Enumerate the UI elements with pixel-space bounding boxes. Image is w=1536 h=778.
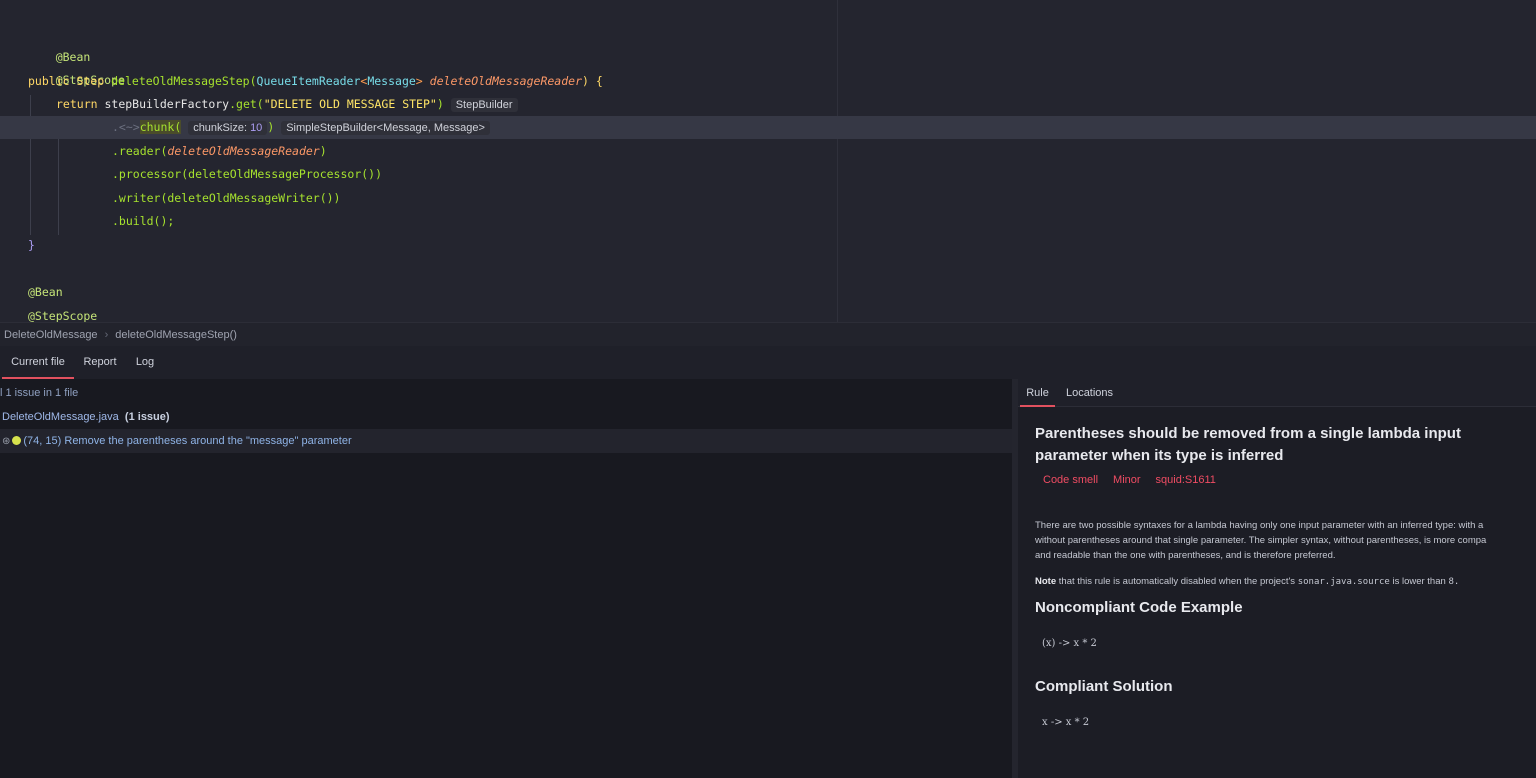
breadcrumb: DeleteOldMessage › deleteOldMessageStep() [0, 322, 1536, 346]
note-code: sonar.java.source [1297, 577, 1390, 587]
string-literal: "DELETE OLD MESSAGE STEP" [263, 97, 437, 111]
code-line[interactable]: return stepBuilderFactory.get("DELETE OL… [0, 93, 1536, 116]
code-line[interactable]: .processor(deleteOldMessageProcessor()) [0, 163, 1536, 186]
method-call: .reader( [112, 144, 168, 158]
note-label: Note [1035, 576, 1057, 587]
code-line[interactable]: public Step deleteOldMessageStep(QueueIt… [0, 70, 1536, 93]
rule-tags: Code smell Minor squid:S1611 [1035, 474, 1536, 486]
tab-rule[interactable]: Rule [1020, 379, 1055, 407]
code-line[interactable]: @Bean [0, 23, 1536, 64]
inlay-type-hint: StepBuilder [450, 98, 518, 112]
rule-tabs: Rule Locations [1018, 379, 1536, 407]
file-issue-count: (1 issue) [124, 411, 170, 423]
hint-label: chunkSize: [193, 122, 247, 134]
compliant-heading: Compliant Solution [1035, 678, 1173, 695]
note-version: 8. [1448, 577, 1460, 587]
tab-log[interactable]: Log [130, 346, 160, 379]
file-name: DeleteOldMessage.java [2, 411, 119, 423]
code-line[interactable]: @Bean [0, 281, 1536, 304]
rule-title: Parentheses should be removed from a sin… [1035, 425, 1461, 464]
rule-type-tag: Code smell [1043, 474, 1099, 486]
note-tail: is lower than [1392, 576, 1446, 587]
issues-summary: l 1 issue in 1 file [0, 381, 1012, 405]
code-line-current[interactable]: .<~>chunk( chunkSize: 10) SimpleStepBuil… [0, 116, 1536, 139]
keyword: public [28, 74, 70, 88]
hint-number: 10 [250, 122, 263, 134]
code-vision-marker[interactable]: .<~> [112, 120, 140, 134]
issue-row[interactable]: ⊛ (74, 15) Remove the parentheses around … [0, 429, 1012, 453]
rule-details-panel: Rule Locations Parentheses should be rem… [1018, 379, 1536, 778]
param-name: deleteOldMessageReader [167, 144, 320, 158]
tool-window-tabs: Current file Report Log [0, 346, 1536, 379]
param-type: QueueItemReader [256, 74, 361, 88]
description-line: and readable than the one with parenthes… [1035, 550, 1336, 561]
note-text: that this rule is automatically disabled… [1058, 576, 1296, 587]
description-line: There are two possible syntaxes for a la… [1035, 520, 1484, 531]
method-call: .build(); [112, 214, 175, 228]
issues-summary-text: l 1 issue in 1 file [0, 387, 79, 399]
code-editor[interactable]: @Bean @StepScope public Step deleteOldMe… [0, 0, 1536, 322]
code-line[interactable]: .writer(deleteOldMessageWriter()) [0, 187, 1536, 210]
inlay-type-hint: SimpleStepBuilder<Message, Message> [281, 121, 490, 135]
method-call: .writer(deleteOldMessageWriter()) [112, 191, 341, 205]
tab-locations[interactable]: Locations [1062, 379, 1117, 407]
generic-bracket: > [415, 74, 423, 88]
description-line: without parentheses around that single p… [1035, 535, 1487, 546]
identifier: stepBuilderFactory [104, 97, 230, 111]
code-punct: ) { [582, 74, 603, 88]
issues-list-panel: l 1 issue in 1 file DeleteOldMessage.jav… [0, 379, 1012, 778]
code-punct: ) [267, 120, 275, 134]
method-name: deleteOldMessageStep( [111, 74, 257, 88]
tab-current-file[interactable]: Current file [2, 346, 74, 379]
code-line[interactable]: .reader(deleteOldMessageReader) [0, 140, 1536, 163]
rule-severity-tag: Minor [1113, 474, 1141, 486]
type-name: Step [76, 74, 105, 88]
compliant-code: x -> x * 2 [1042, 717, 1090, 728]
method-call: .get( [229, 97, 264, 111]
code-punct: ) [436, 97, 444, 111]
inlay-param-hint: chunkSize: 10 [188, 121, 268, 135]
code-line[interactable]: @StepScope [0, 305, 1536, 322]
bug-icon: ⊛ [2, 436, 11, 447]
rule-description: There are two possible syntaxes for a la… [1035, 518, 1536, 563]
file-node[interactable]: DeleteOldMessage.java (1 issue) [0, 405, 1012, 429]
code-line[interactable]: } [0, 234, 1536, 257]
code-punct: ) [319, 144, 327, 158]
method-call: chunk( [139, 120, 182, 134]
code-line[interactable]: .build(); [0, 210, 1536, 233]
keyword: return [56, 97, 98, 111]
code-line[interactable]: @StepScope [0, 46, 1536, 87]
method-call: .processor(deleteOldMessageProcessor()) [112, 167, 383, 181]
rule-key-tag: squid:S1611 [1155, 474, 1216, 486]
breadcrumb-method[interactable]: deleteOldMessageStep() [115, 329, 237, 341]
tab-report[interactable]: Report [80, 346, 120, 379]
breadcrumb-class[interactable]: DeleteOldMessage [4, 329, 98, 341]
chevron-right-icon: › [104, 329, 109, 341]
annotation: @Bean [28, 285, 63, 299]
issue-message: Remove the parentheses around the "messa… [64, 435, 352, 447]
closing-brace: } [28, 238, 35, 252]
annotation: @StepScope [28, 309, 98, 322]
rule-content: Parentheses should be removed from a sin… [1035, 423, 1536, 728]
noncompliant-heading: Noncompliant Code Example [1035, 599, 1243, 616]
param-name: deleteOldMessageReader [429, 74, 582, 88]
rule-note: Note that this rule is automatically dis… [1035, 576, 1536, 587]
severity-minor-icon [12, 436, 22, 445]
issue-location: (74, 15) [23, 435, 62, 447]
generic-type: Message [367, 74, 416, 88]
noncompliant-code: (x) -> x * 2 [1042, 638, 1097, 649]
